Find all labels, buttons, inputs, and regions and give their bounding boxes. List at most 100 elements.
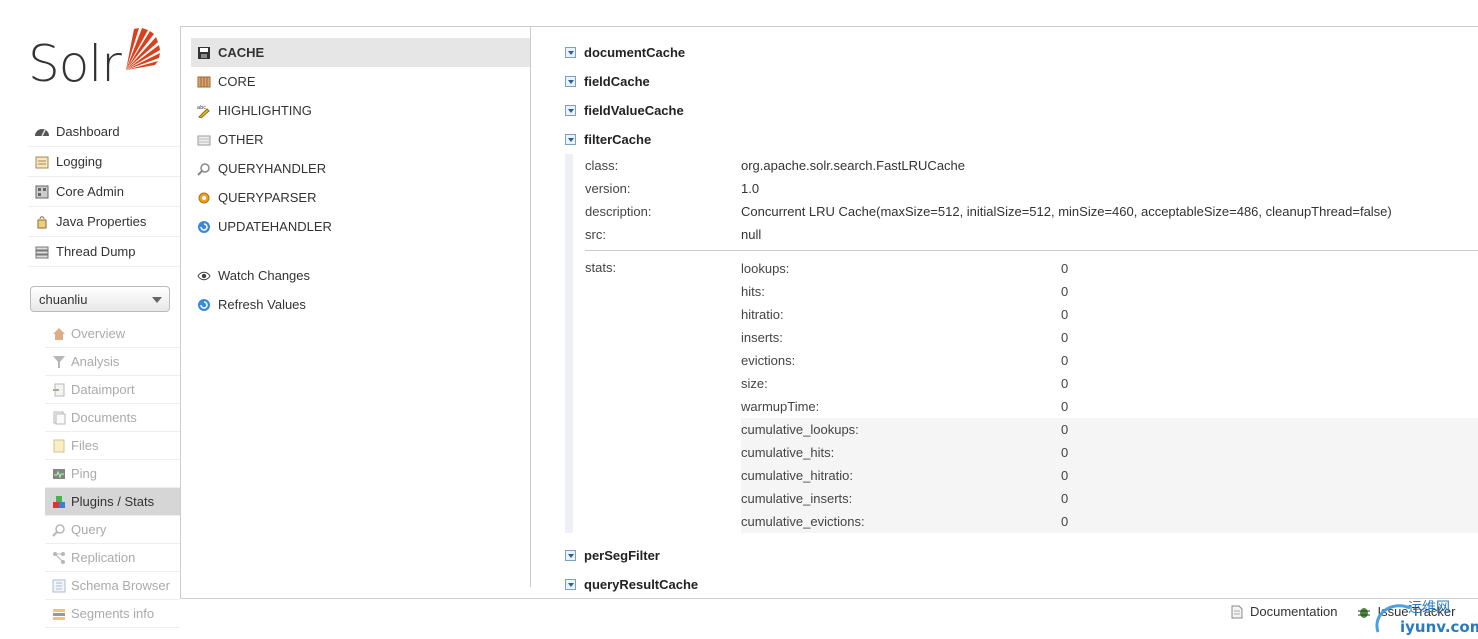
stat-row: cumulative_lookups: 0 [741, 418, 1478, 441]
plugins-icon [53, 495, 65, 508]
stat-value: 0 [1061, 491, 1069, 506]
plugin-field-cache[interactable]: fieldCache [565, 67, 1478, 96]
documentation-label: Documentation [1250, 604, 1338, 619]
stat-value: 0 [1061, 376, 1069, 391]
core-menu-documents[interactable]: Documents [45, 404, 180, 432]
category-other-label: OTHER [218, 132, 264, 147]
chevron-down-icon [152, 297, 162, 303]
core-menu-analysis-label: Analysis [71, 354, 120, 369]
nav-thread-dump-label: Thread Dump [56, 244, 136, 259]
core-menu-segments-info[interactable]: Segments info [45, 600, 180, 628]
core-menu-plugins-stats[interactable]: Plugins / Stats [45, 488, 180, 516]
category-updatehandler[interactable]: UPDATEHANDLER [191, 212, 530, 241]
stat-value: 0 [1061, 422, 1069, 437]
category-highlighting[interactable]: abc HIGHLIGHTING [191, 96, 530, 125]
documentation-link[interactable]: Documentation [1230, 604, 1337, 619]
detail-key: version: [585, 181, 631, 196]
expand-toggle-icon[interactable] [565, 579, 576, 590]
plugin-details: documentCache fieldCache fieldValueCache… [565, 38, 1478, 599]
stat-name: size: [741, 376, 768, 391]
expand-toggle-icon[interactable] [565, 47, 576, 58]
solr-logo[interactable]: Solr [28, 26, 168, 96]
nav-java-properties-label: Java Properties [56, 214, 147, 229]
core-menu-dataimport-label: Dataimport [71, 382, 135, 397]
core-icon [197, 76, 211, 87]
stat-row: evictions: 0 [741, 349, 1478, 372]
stat-name: warmupTime: [741, 399, 820, 414]
core-menu-query-label: Query [71, 522, 107, 537]
core-menu-query[interactable]: Query [45, 516, 180, 544]
watermark-line2: iyunv.com [1400, 618, 1478, 636]
watch-changes-label: Watch Changes [218, 268, 311, 283]
detail-row-src: src: null [585, 223, 1478, 246]
core-menu-overview[interactable]: Overview [45, 320, 180, 348]
replication-icon [53, 551, 65, 564]
stat-row: cumulative_inserts: 0 [741, 487, 1478, 510]
nav-logging[interactable]: Logging [28, 147, 180, 177]
stat-row: cumulative_evictions: 0 [741, 510, 1478, 533]
category-core[interactable]: CORE [191, 67, 530, 96]
plugin-name: fieldCache [584, 74, 650, 89]
nav-logging-label: Logging [56, 154, 103, 169]
detail-row-version: version: 1.0 [585, 177, 1478, 200]
collapse-toggle-icon[interactable] [565, 134, 576, 145]
core-menu: Overview Analysis Dataimport Documents F… [45, 320, 180, 628]
core-menu-schema-browser[interactable]: Schema Browser [45, 572, 180, 600]
watch-changes-button[interactable]: Watch Changes [191, 261, 530, 290]
category-queryhandler-label: QUERYHANDLER [218, 161, 327, 176]
stat-value: 0 [1061, 307, 1069, 322]
expand-toggle-icon[interactable] [565, 550, 576, 561]
plugin-name: perSegFilter [584, 548, 660, 563]
detail-value: org.apache.solr.search.FastLRUCache [741, 158, 966, 173]
nav-java-properties[interactable]: Java Properties [28, 207, 180, 237]
stat-name: cumulative_inserts: [741, 491, 853, 506]
category-highlighting-label: HIGHLIGHTING [218, 103, 312, 118]
expand-toggle-icon[interactable] [565, 105, 576, 116]
stat-row: lookups: 0 [741, 257, 1478, 280]
dashboard-icon [35, 128, 49, 136]
stat-value: 0 [1061, 399, 1069, 414]
category-queryhandler[interactable]: QUERYHANDLER [191, 154, 530, 183]
nav-dashboard[interactable]: Dashboard [28, 117, 180, 147]
nav-dashboard-label: Dashboard [56, 124, 120, 139]
category-list: CACHE CORE abc HIGHLIGHTING OTHER QUERYH… [191, 38, 530, 319]
core-menu-documents-label: Documents [71, 410, 137, 425]
solr-sun-icon [126, 28, 160, 70]
plugin-per-seg-filter[interactable]: perSegFilter [565, 541, 1478, 570]
divider [585, 250, 1478, 251]
stats-block: stats: lookups: 0 hits: 0 hitratio: 0 inser… [585, 257, 1478, 533]
stat-value: 0 [1061, 445, 1069, 460]
java-properties-icon [37, 215, 47, 228]
stat-row: cumulative_hits: 0 [741, 441, 1478, 464]
core-selector[interactable]: chuanliu [30, 286, 170, 312]
import-icon [53, 383, 65, 396]
plugin-name: fieldValueCache [584, 103, 684, 118]
core-menu-dataimport[interactable]: Dataimport [45, 376, 180, 404]
core-menu-analysis[interactable]: Analysis [45, 348, 180, 376]
category-queryparser[interactable]: QUERYPARSER [191, 183, 530, 212]
plugin-field-value-cache[interactable]: fieldValueCache [565, 96, 1478, 125]
schema-icon [52, 579, 66, 592]
refresh-icon [198, 298, 210, 311]
main-nav: Dashboard Logging Core Admin Java Proper… [28, 117, 180, 267]
nav-core-admin[interactable]: Core Admin [28, 177, 180, 207]
stat-name: evictions: [741, 353, 796, 368]
expand-toggle-icon[interactable] [565, 76, 576, 87]
nav-thread-dump[interactable]: Thread Dump [28, 237, 180, 267]
core-menu-ping[interactable]: Ping [45, 460, 180, 488]
plugin-name: filterCache [584, 132, 652, 147]
refresh-values-button[interactable]: Refresh Values [191, 290, 530, 319]
plugin-filter-cache[interactable]: filterCache [565, 125, 1478, 154]
plugin-query-result-cache[interactable]: queryResultCache [565, 570, 1478, 599]
category-cache[interactable]: CACHE [191, 38, 530, 67]
category-other[interactable]: OTHER [191, 125, 530, 154]
core-menu-replication[interactable]: Replication [45, 544, 180, 572]
core-menu-replication-label: Replication [71, 550, 136, 565]
stat-value: 0 [1061, 353, 1069, 368]
stat-row: warmupTime: 0 [741, 395, 1478, 418]
detail-value: 1.0 [741, 181, 760, 196]
logging-icon [35, 156, 49, 168]
core-menu-files[interactable]: Files [45, 432, 180, 460]
plugin-document-cache[interactable]: documentCache [565, 38, 1478, 67]
floppy-disk-icon [198, 46, 210, 59]
